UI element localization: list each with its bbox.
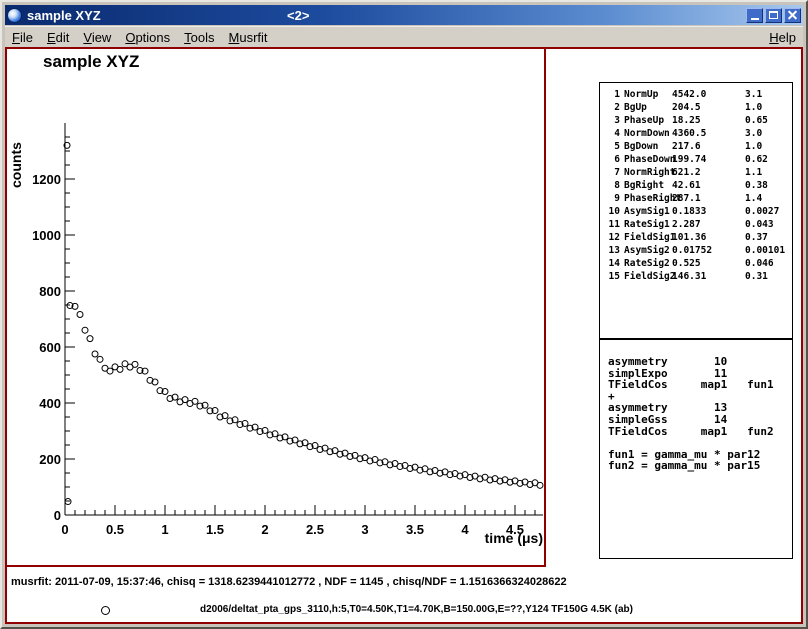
svg-text:1: 1 [161,522,168,537]
theory-line: simpleGss 14 [608,414,792,426]
svg-text:0.5: 0.5 [106,522,124,537]
legend-box[interactable]: d2006/deltat_pta_gps_3110,h:5,T0=4.50K,T… [7,599,793,621]
theory-line: TFieldCos map1 fun1 [608,379,792,391]
svg-text:time (μs): time (μs) [485,530,543,546]
close-button[interactable] [784,8,801,23]
pad-divider-vertical [544,49,546,567]
param-row: 14RateSig20.5250.046 [600,257,792,270]
param-row: 1NormUp4542.03.1 [600,88,792,101]
minimize-button[interactable] [746,8,763,23]
svg-text:3: 3 [361,522,368,537]
app-icon[interactable] [7,8,22,23]
param-row: 10AsymSig10.18330.0027 [600,205,792,218]
param-row: 8BgRight42.610.38 [600,179,792,192]
menu-item-options[interactable]: Options [118,28,177,47]
menubar-items: FileEditViewOptionsToolsMusrfit Help [5,26,803,47]
svg-text:600: 600 [39,340,61,355]
main-window: sample XYZ <2> FileEditViewOptionsToolsM… [0,0,808,629]
svg-text:0: 0 [61,522,68,537]
svg-text:1200: 1200 [32,172,61,187]
svg-text:1.5: 1.5 [206,522,224,537]
close-icon [787,10,798,21]
svg-text:counts: counts [8,142,24,188]
svg-text:200: 200 [39,452,61,467]
param-row: 15FieldSig2146.310.31 [600,270,792,283]
theory-line [608,437,792,449]
svg-text:4: 4 [461,522,469,537]
plot-title: sample XYZ [43,52,139,72]
svg-text:800: 800 [39,284,61,299]
svg-text:1000: 1000 [32,228,61,243]
menu-item-help[interactable]: Help [762,28,803,47]
param-row: 11RateSig12.2870.043 [600,218,792,231]
param-row: 7NormRight621.21.1 [600,166,792,179]
plot-svg[interactable]: 02004006008001000120000.511.522.533.544.… [7,75,563,557]
theory-box[interactable]: asymmetry 10simplExpo 11TFieldCos map1 f… [599,339,793,559]
param-row: 5BgDown217.61.0 [600,140,792,153]
param-row: 2BgUp204.51.0 [600,101,792,114]
fit-info-text: musrfit: 2011-07-09, 15:37:46, chisq = 1… [11,576,567,588]
titlebar[interactable]: sample XYZ <2> [5,5,803,25]
svg-text:3.5: 3.5 [406,522,424,537]
maximize-icon [769,11,778,19]
theory-line: asymmetry 10 [608,356,792,368]
minimize-icon [751,18,759,20]
param-row: 3PhaseUp18.250.65 [600,114,792,127]
maximize-button[interactable] [765,8,782,23]
window-counter-label: <2> [287,8,309,23]
param-row: 9PhaseRight287.11.4 [600,192,792,205]
svg-text:0: 0 [54,508,61,523]
menu-item-edit[interactable]: Edit [40,28,76,47]
param-row: 6PhaseDown199.740.62 [600,153,792,166]
svg-text:400: 400 [39,396,61,411]
window-title: sample XYZ [27,8,101,23]
param-row: 13AsymSig20.017520.00101 [600,244,792,257]
window-controls [746,8,801,23]
menu-item-view[interactable]: View [76,28,118,47]
fit-parameter-box[interactable]: 1NormUp4542.03.12BgUp204.51.03PhaseUp18.… [599,82,793,339]
svg-text:2: 2 [261,522,268,537]
legend-open-circle-icon [101,606,110,615]
menu-item-file[interactable]: File [5,28,40,47]
menu-item-tools[interactable]: Tools [177,28,221,47]
root-canvas[interactable]: sample XYZ 0 200 400 600 800 1000 1200 0 0.5 1 1.5… [5,47,803,624]
param-row: 4NormDown4360.53.0 [600,127,792,140]
theory-line: TFieldCos map1 fun2 [608,426,792,438]
legend-entry-label: d2006/deltat_pta_gps_3110,h:5,T0=4.50K,T… [200,604,633,615]
pad-divider-horizontal [7,565,546,567]
svg-text:2.5: 2.5 [306,522,324,537]
param-row: 12FieldSig1101.360.37 [600,231,792,244]
menu-item-musrfit[interactable]: Musrfit [222,28,275,47]
theory-line: fun2 = gamma_mu * par15 [608,460,792,472]
